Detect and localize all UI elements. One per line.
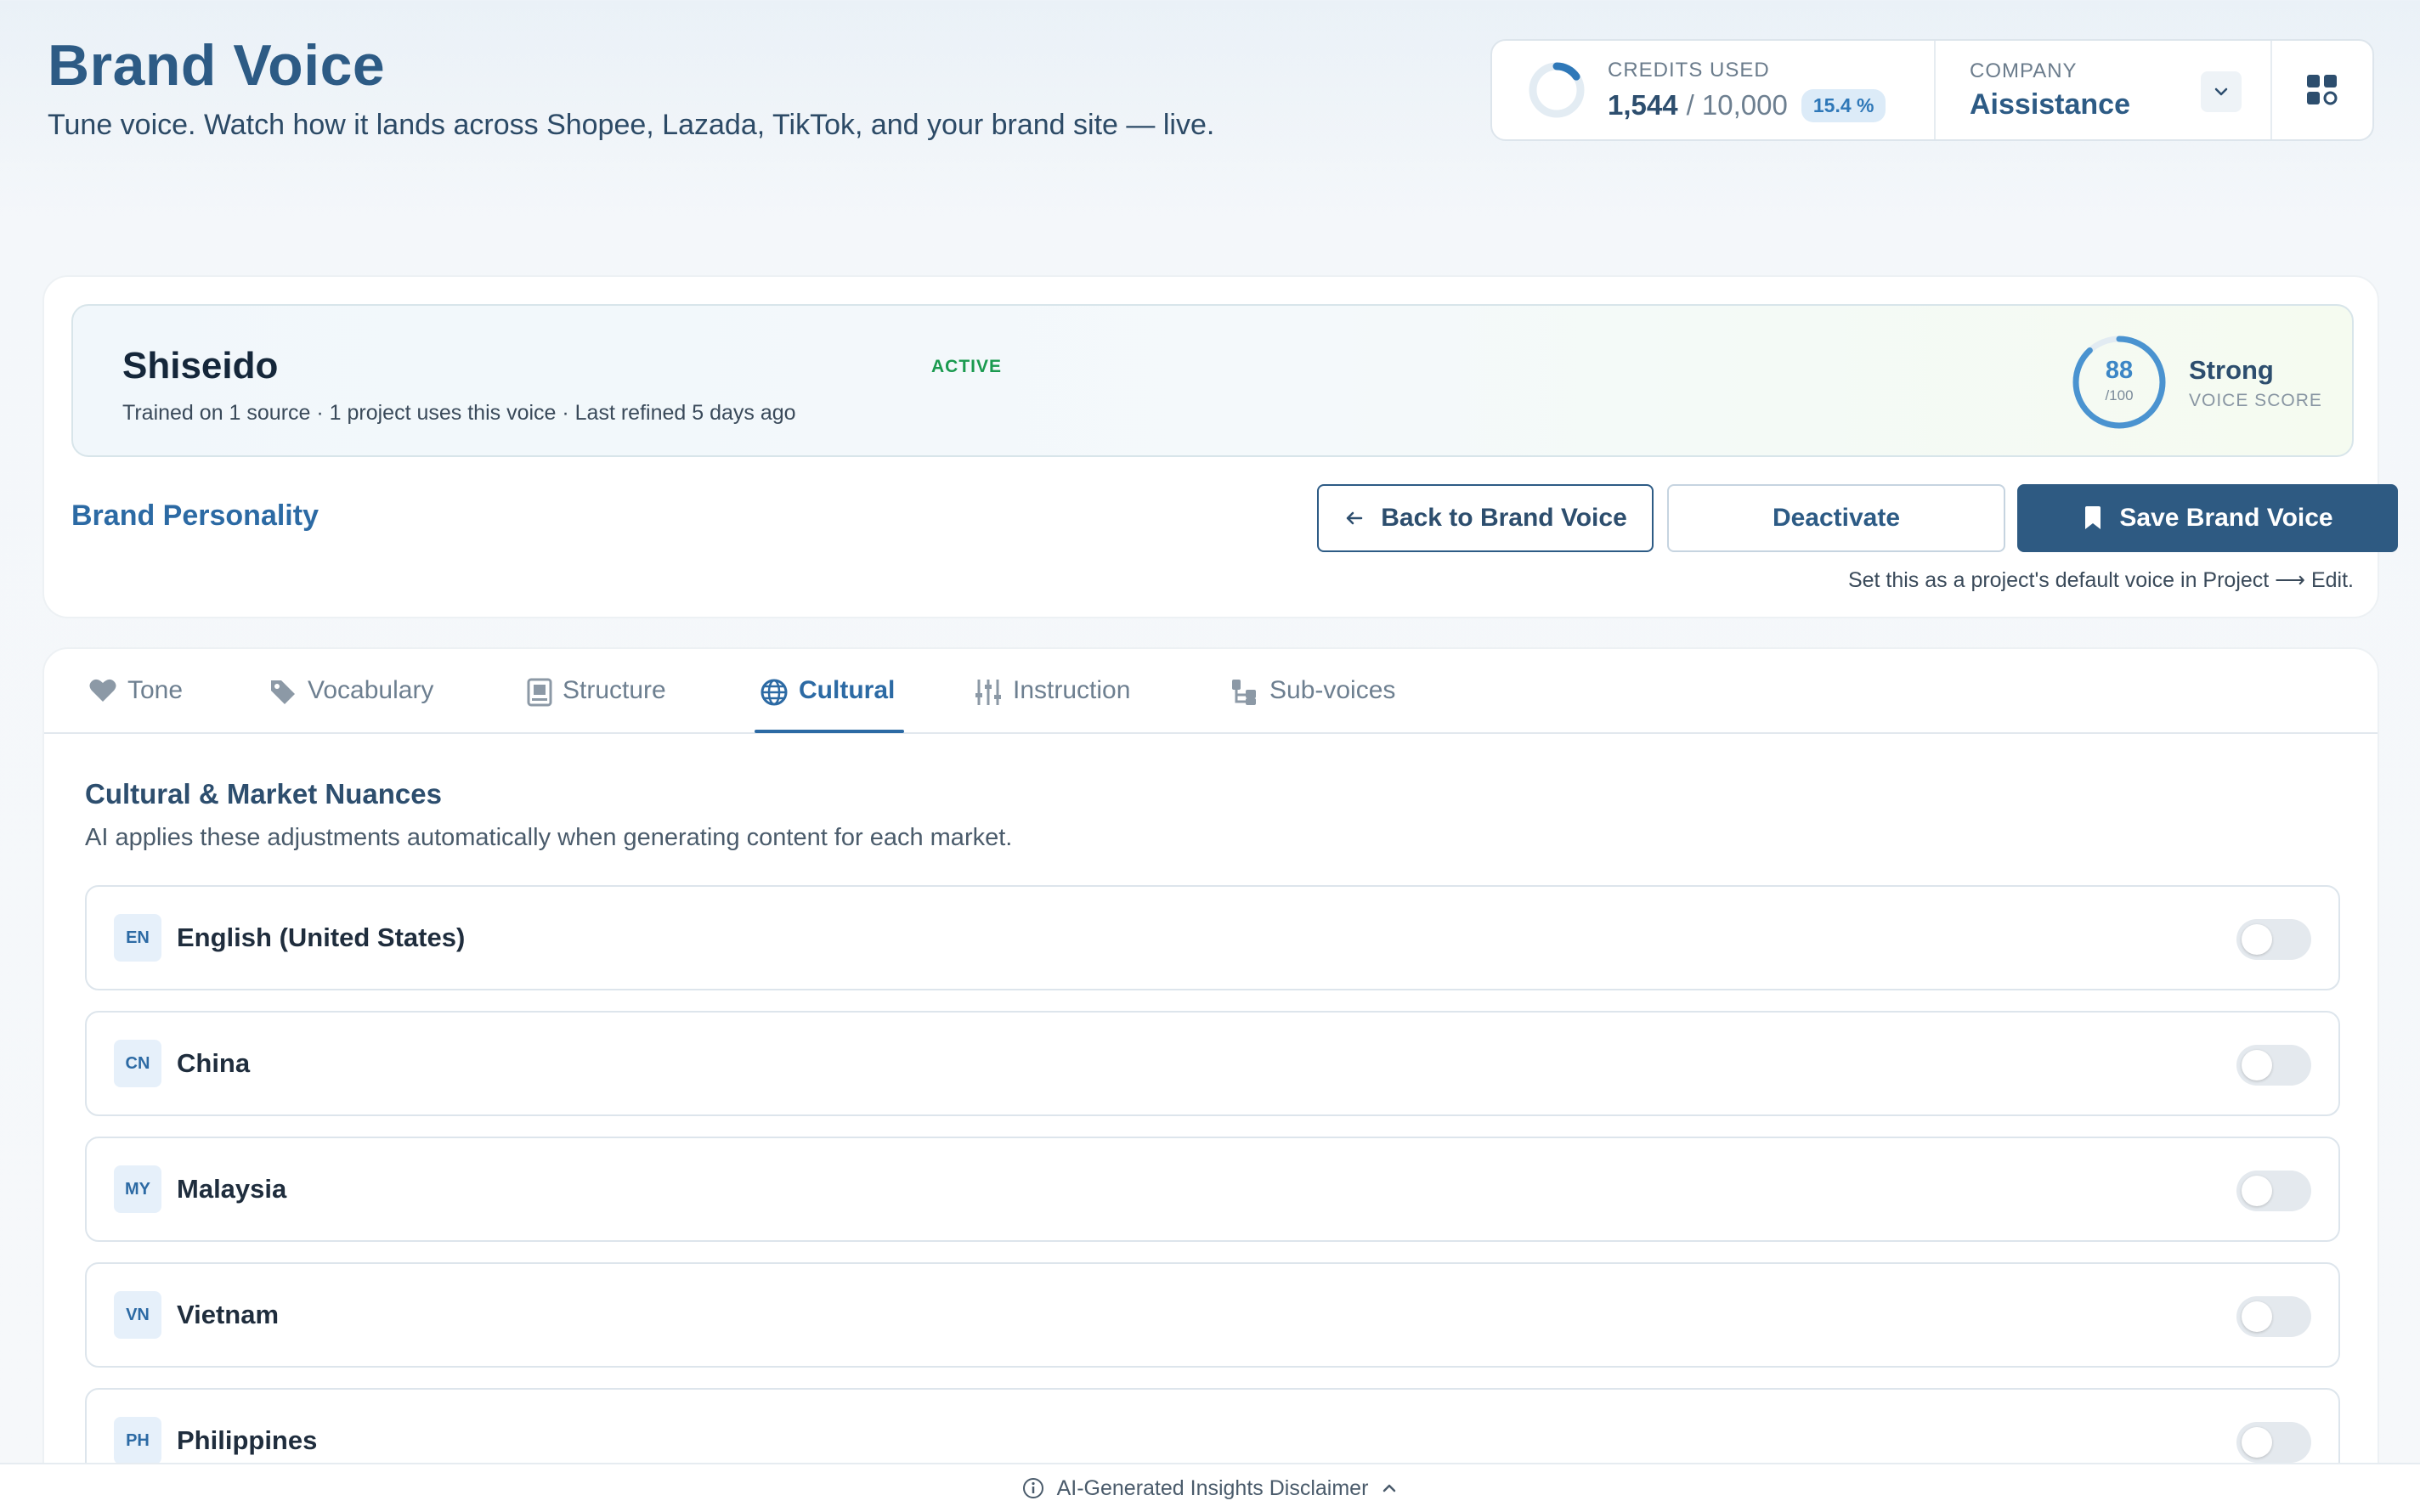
- tab-bar: Tone Vocabulary Structure Cultural Instr…: [44, 649, 2378, 734]
- active-tab-indicator: [755, 730, 904, 733]
- tag-icon: [271, 680, 295, 704]
- tabs-panel: Tone Vocabulary Structure Cultural Instr…: [42, 647, 2379, 1512]
- status-badge: ACTIVE: [931, 357, 1003, 376]
- voice-score-label: Strong: [2189, 355, 2274, 385]
- market-name: Vietnam: [177, 1300, 280, 1329]
- market-code-badge: EN: [114, 914, 161, 962]
- voice-meta: Trained on 1 source · 1 project uses thi…: [122, 401, 796, 425]
- market-row-my: MY Malaysia: [85, 1137, 2340, 1242]
- arrow-left-icon: [1346, 511, 1363, 525]
- market-row-cn: CN China: [85, 1011, 2340, 1116]
- back-button-label: Back to Brand Voice: [1381, 504, 1627, 532]
- company-dropdown-button[interactable]: [2201, 71, 2242, 112]
- heart-icon: [89, 679, 116, 702]
- company-selector[interactable]: COMPANY Aissistance: [1936, 41, 2272, 139]
- default-voice-hint: Set this as a project's default voice in…: [1847, 568, 2354, 592]
- deactivate-button[interactable]: Deactivate: [1667, 484, 2005, 552]
- toggle-knob: [2242, 924, 2272, 955]
- market-toggle[interactable]: [2236, 919, 2311, 960]
- section-title: Cultural & Market Nuances: [85, 778, 442, 810]
- tab-label: Cultural: [799, 676, 896, 704]
- tab-sub-voices[interactable]: Sub-voices: [1230, 676, 1395, 734]
- tab-tone[interactable]: Tone: [88, 676, 183, 734]
- company-name: Aissistance: [1970, 87, 2130, 121]
- market-toggle[interactable]: [2236, 1171, 2311, 1211]
- market-name: Philippines: [177, 1425, 318, 1455]
- market-row-vn: VN Vietnam: [85, 1262, 2340, 1368]
- account-widget: CREDITS USED 1,544 / 10,000 15.4 % COMPA…: [1490, 39, 2374, 141]
- disclaimer-bar[interactable]: AI-Generated Insights Disclaimer: [0, 1463, 2420, 1512]
- tab-label: Sub-voices: [1269, 676, 1396, 704]
- market-name: China: [177, 1048, 251, 1078]
- structure-icon: [527, 678, 552, 707]
- tab-instruction[interactable]: Instruction: [974, 676, 1130, 734]
- chevron-down-icon: [2214, 87, 2228, 96]
- apps-button[interactable]: [2272, 41, 2372, 139]
- save-brand-voice-button[interactable]: Save Brand Voice: [2017, 484, 2398, 552]
- disclaimer-label: AI-Generated Insights Disclaimer: [1056, 1475, 1369, 1500]
- market-toggle[interactable]: [2236, 1045, 2311, 1086]
- toggle-knob: [2242, 1050, 2272, 1080]
- market-toggle[interactable]: [2236, 1296, 2311, 1337]
- credits-ring-icon: [1529, 62, 1585, 118]
- voice-score-value: 88: [2105, 357, 2134, 384]
- tab-label: Vocabulary: [308, 676, 434, 704]
- toggle-knob: [2242, 1427, 2272, 1458]
- market-code-badge: MY: [114, 1165, 161, 1213]
- tab-vocabulary[interactable]: Vocabulary: [269, 676, 433, 734]
- bookmark-icon: [2085, 506, 2101, 529]
- tab-structure[interactable]: Structure: [527, 676, 666, 734]
- brand-personality-heading: Brand Personality: [71, 499, 319, 532]
- credits-used: 1,544: [1608, 89, 1678, 121]
- credits-label: CREDITS USED: [1608, 58, 1770, 82]
- deactivate-button-label: Deactivate: [1772, 504, 1901, 532]
- sliders-icon: [975, 680, 1001, 705]
- market-name: English (United States): [177, 922, 466, 952]
- apps-grid-icon: [2307, 75, 2338, 105]
- info-icon: [1022, 1478, 1043, 1498]
- chevron-up-icon: [1383, 1484, 1396, 1492]
- voice-name: Shiseido: [122, 345, 279, 386]
- page-subtitle: Tune voice. Watch how it lands across Sh…: [48, 109, 1215, 141]
- market-name: Malaysia: [177, 1174, 287, 1204]
- tab-cultural[interactable]: Cultural: [760, 676, 895, 734]
- company-label: COMPANY: [1970, 59, 2078, 82]
- market-toggle[interactable]: [2236, 1422, 2311, 1463]
- tab-label: Structure: [563, 676, 666, 704]
- voice-score-sub: VOICE SCORE: [2189, 391, 2322, 410]
- back-to-brand-voice-button[interactable]: Back to Brand Voice: [1317, 484, 1654, 552]
- credits-total: / 10,000: [1686, 89, 1788, 121]
- page-title: Brand Voice: [48, 33, 386, 98]
- section-description: AI applies these adjustments automatical…: [85, 824, 1013, 851]
- voice-score-max: /100: [2105, 387, 2134, 403]
- market-code-badge: CN: [114, 1040, 161, 1087]
- voice-banner: Shiseido ACTIVE Trained on 1 source · 1 …: [71, 304, 2354, 457]
- market-row-en: EN English (United States): [85, 885, 2340, 990]
- market-code-badge: PH: [114, 1417, 161, 1464]
- tab-label: Tone: [127, 676, 184, 704]
- tab-label: Instruction: [1013, 676, 1131, 704]
- toggle-knob: [2242, 1301, 2272, 1332]
- toggle-knob: [2242, 1176, 2272, 1206]
- save-button-label: Save Brand Voice: [2119, 504, 2333, 532]
- voice-panel: Shiseido ACTIVE Trained on 1 source · 1 …: [42, 275, 2398, 618]
- globe-icon: [760, 679, 788, 706]
- hierarchy-icon: [1232, 680, 1256, 705]
- market-code-badge: VN: [114, 1291, 161, 1339]
- credits-percent-badge: 15.4 %: [1801, 88, 1886, 122]
- credits-section: CREDITS USED 1,544 / 10,000 15.4 %: [1492, 41, 1936, 139]
